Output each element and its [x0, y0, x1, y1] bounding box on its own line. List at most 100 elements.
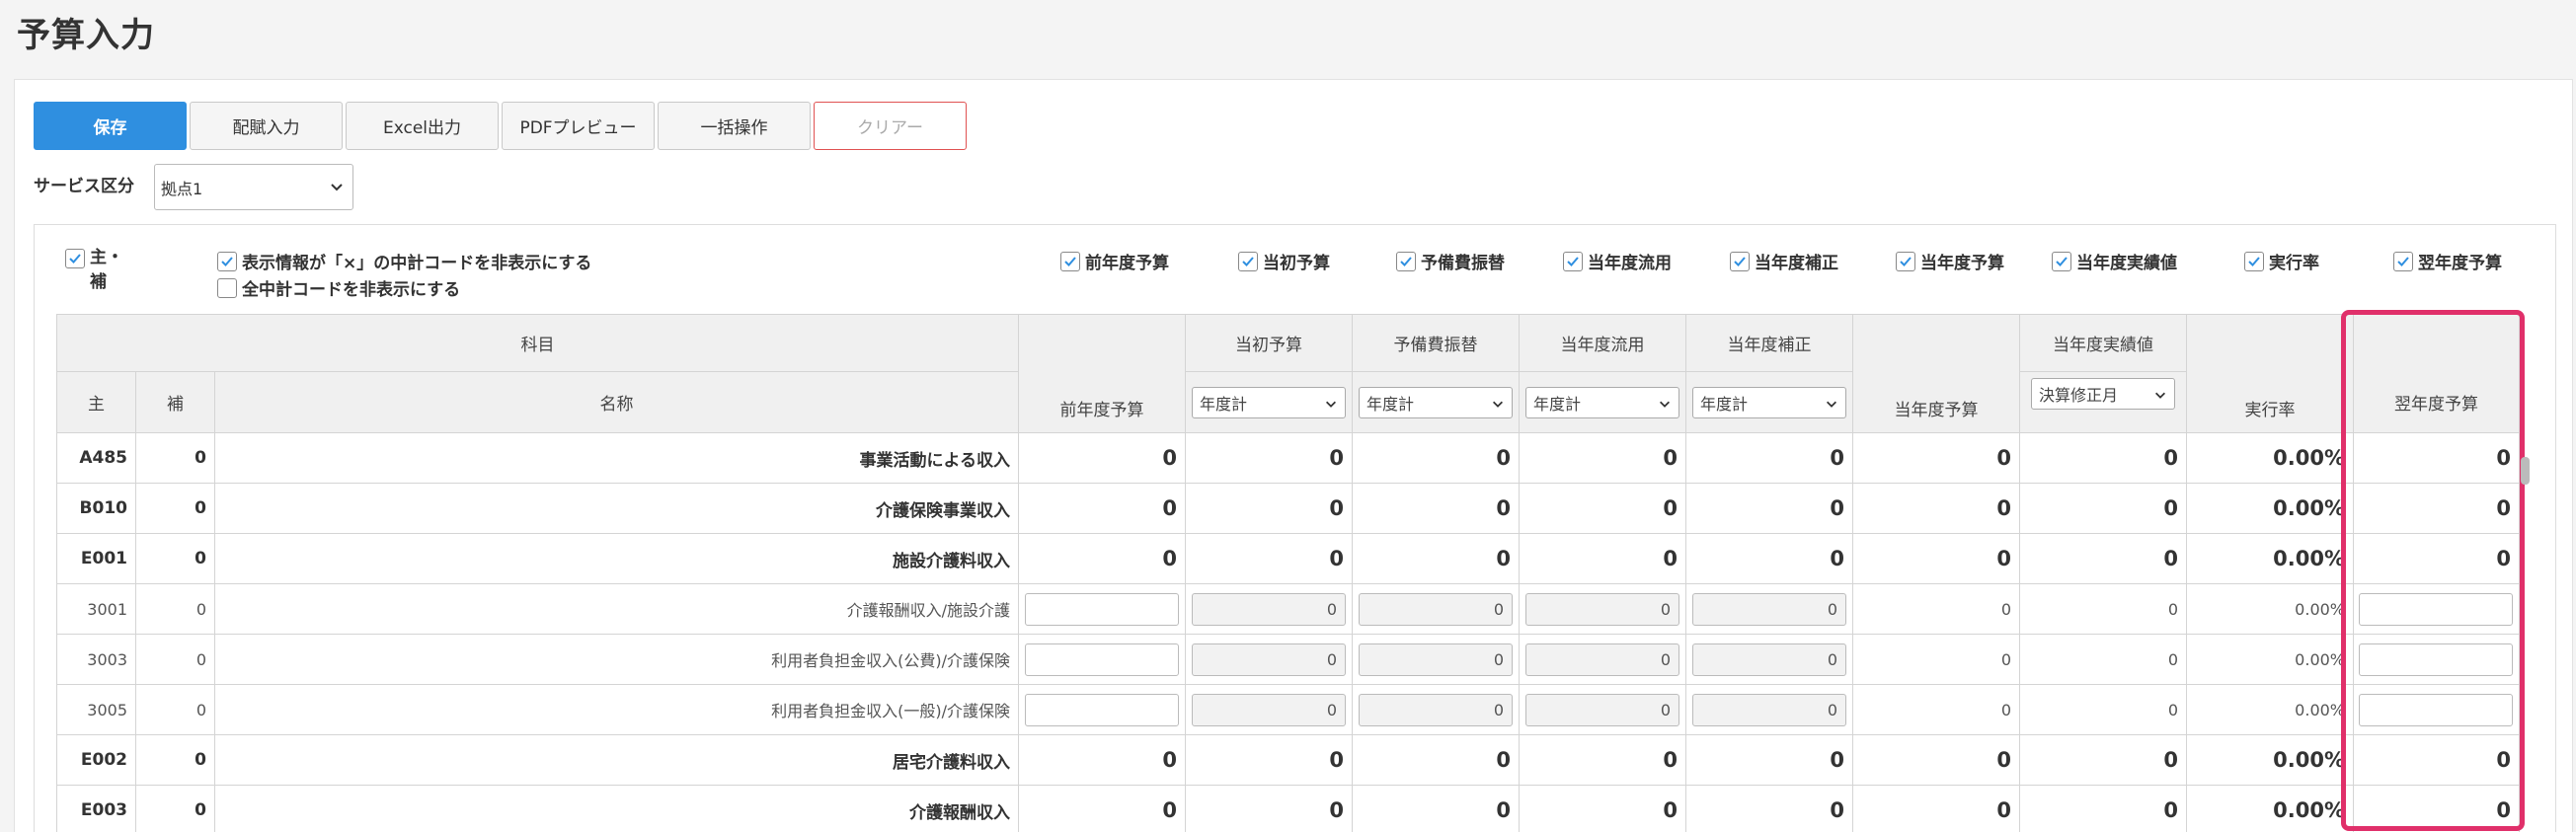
row-code: 3001 [56, 583, 136, 635]
prev-budget-input[interactable] [1025, 643, 1179, 676]
table-row: E002 0 居宅介護料収入 0 0 0 0 0 0 0 0.00% 0 [56, 734, 2520, 786]
next-budget-input[interactable] [2359, 592, 2513, 626]
initial-input[interactable]: 0 [1192, 643, 1346, 676]
row-rate: 0.00% [2186, 634, 2354, 685]
row-sub: 0 [135, 684, 215, 735]
table-row: E003 0 介護報酬収入 0 0 0 0 0 0 0 0.00% 0 [56, 785, 2520, 832]
col-toggle-supplement[interactable]: 当年度補正 [1730, 249, 1838, 273]
row-name: 施設介護料収入 [214, 533, 1019, 584]
row-supplement: 0 [1685, 785, 1853, 832]
chevron-down-icon [1326, 401, 1336, 408]
scrollbar-handle[interactable] [2521, 457, 2530, 485]
bulk-operation-button[interactable]: 一括操作 [658, 102, 811, 150]
col-toggle-initial[interactable]: 当初予算 [1238, 249, 1330, 273]
col-header-sub: 補 [135, 371, 215, 433]
row-rate: 0.00% [2186, 785, 2354, 832]
distribute-input-button[interactable]: 配賦入力 [190, 102, 343, 150]
hide-all-checkbox[interactable]: 全中計コードを非表示にする [217, 275, 460, 300]
chevron-down-icon [1660, 401, 1670, 408]
row-prev: 0 [1018, 734, 1186, 786]
table-row: A485 0 事業活動による収入 0 0 0 0 0 0 0 0.00% 0 [56, 432, 2520, 484]
actual-period-select[interactable]: 決算修正月 [2031, 378, 2175, 410]
clear-button[interactable]: クリアー [814, 102, 967, 150]
col-toggle-label: 実行率 [2269, 254, 2319, 273]
row-next: 0 [2353, 785, 2520, 832]
hide-x-checkbox[interactable]: 表示情報が「×」の中計コードを非表示にする [217, 249, 591, 273]
diversion-input[interactable]: 0 [1525, 643, 1679, 676]
initial-input[interactable]: 0 [1192, 592, 1346, 626]
prev-budget-input[interactable] [1025, 592, 1179, 626]
service-category-select[interactable]: 拠点1 [154, 164, 353, 210]
next-budget-input[interactable] [2359, 693, 2513, 726]
row-rate: 0.00% [2186, 734, 2354, 786]
col-toggle-diversion[interactable]: 当年度流用 [1563, 249, 1672, 273]
supplement-input[interactable]: 0 [1692, 693, 1846, 726]
diversion-input[interactable]: 0 [1525, 592, 1679, 626]
row-code: 3005 [56, 684, 136, 735]
col-header-name: 名称 [214, 371, 1019, 433]
period-value: 年度計 [1533, 394, 1582, 414]
row-name: 事業活動による収入 [214, 432, 1019, 484]
table-row: E001 0 施設介護料収入 0 0 0 0 0 0 0 0.00% 0 [56, 533, 2520, 584]
budget-table: 科目 前年度予算 当初予算 予備費振替 当年度流用 当年度補正 当年度予算 当年… [56, 314, 2520, 832]
checkbox-empty-icon [217, 277, 237, 298]
prev-budget-input[interactable] [1025, 693, 1179, 726]
row-sub: 0 [135, 432, 215, 484]
col-toggle-next[interactable]: 翌年度予算 [2393, 249, 2502, 273]
col-toggle-reserve[interactable]: 予備費振替 [1396, 249, 1505, 273]
col-toggle-current[interactable]: 当年度予算 [1896, 249, 2004, 273]
col-toggle-label: 当初予算 [1263, 254, 1330, 273]
save-button[interactable]: 保存 [34, 102, 187, 150]
col-toggle-label: 当年度予算 [1920, 254, 2004, 273]
col-header-kamoku: 科目 [56, 314, 1019, 372]
col-toggle-label: 翌年度予算 [2418, 254, 2502, 273]
row-rate: 0.00% [2186, 432, 2354, 484]
row-prev: 0 [1018, 785, 1186, 832]
period-value: 年度計 [1700, 394, 1749, 414]
row-current: 0 [1852, 483, 2020, 534]
row-rate: 0.00% [2186, 583, 2354, 635]
pdf-preview-button[interactable]: PDFプレビュー [502, 102, 655, 150]
row-actual: 0 [2019, 785, 2187, 832]
row-reserve: 0 [1352, 533, 1520, 584]
check-icon [65, 249, 85, 268]
table-row: B010 0 介護保険事業収入 0 0 0 0 0 0 0 0.00% 0 [56, 483, 2520, 534]
table-row: 3003 0 利用者負担金収入(公費)/介護保険 0 0 0 0 0 0 0.0… [56, 634, 2520, 685]
row-rate: 0.00% [2186, 684, 2354, 735]
col-header-supplement: 当年度補正 [1685, 314, 1853, 372]
row-prev: 0 [1018, 483, 1186, 534]
col-header-rate: 実行率 [2186, 314, 2354, 433]
service-category-label: サービス区分 [34, 177, 134, 196]
next-budget-input[interactable] [2359, 643, 2513, 676]
row-initial: 0 [1185, 483, 1353, 534]
col-toggle-label: 当年度補正 [1755, 254, 1838, 273]
row-diversion: 0 [1519, 785, 1686, 832]
row-prev: 0 [1018, 432, 1186, 484]
row-name: 利用者負担金収入(一般)/介護保険 [214, 684, 1019, 735]
reserve-input[interactable]: 0 [1359, 643, 1513, 676]
supplement-input[interactable]: 0 [1692, 643, 1846, 676]
supplement-period-select[interactable]: 年度計 [1692, 386, 1846, 418]
reserve-period-select[interactable]: 年度計 [1359, 386, 1513, 418]
row-initial: 0 [1185, 734, 1353, 786]
diversion-input[interactable]: 0 [1525, 693, 1679, 726]
supplement-input[interactable]: 0 [1692, 592, 1846, 626]
col-header-initial: 当初予算 [1185, 314, 1353, 372]
check-icon [1730, 251, 1750, 271]
excel-export-button[interactable]: Excel出力 [346, 102, 499, 150]
row-name: 居宅介護料収入 [214, 734, 1019, 786]
row-reserve: 0 [1352, 432, 1520, 484]
reserve-input[interactable]: 0 [1359, 592, 1513, 626]
period-value: 決算修正月 [2039, 386, 2119, 405]
hide-x-label: 表示情報が「×」の中計コードを非表示にする [242, 254, 592, 273]
col-toggle-prev[interactable]: 前年度予算 [1060, 249, 1169, 273]
main-sub-checkbox[interactable]: 主・ 補 [65, 248, 123, 295]
initial-input[interactable]: 0 [1192, 693, 1346, 726]
col-toggle-actual[interactable]: 当年度実績値 [2052, 249, 2177, 273]
reserve-input[interactable]: 0 [1359, 693, 1513, 726]
check-icon [1563, 251, 1583, 271]
initial-period-select[interactable]: 年度計 [1192, 386, 1346, 418]
col-toggle-rate[interactable]: 実行率 [2244, 249, 2319, 273]
diversion-period-select[interactable]: 年度計 [1525, 386, 1679, 418]
row-actual: 0 [2019, 432, 2187, 484]
